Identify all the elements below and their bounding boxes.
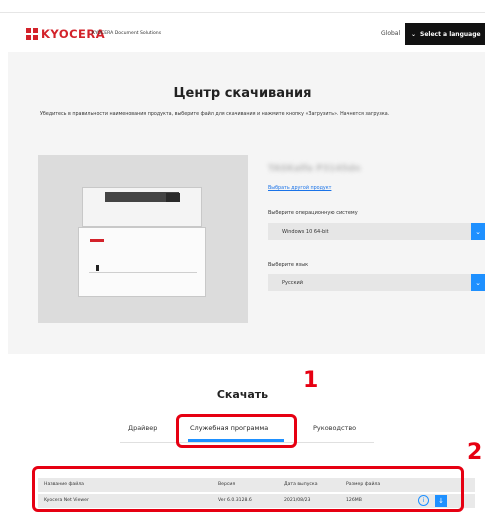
language-select-value: Русский	[282, 279, 303, 286]
download-title: Скачать	[216, 388, 269, 401]
callout-highlight-1	[176, 414, 297, 448]
os-select[interactable]: Windows 10 64-bit ⌄	[268, 223, 485, 240]
language-label: Выберите язык	[268, 262, 309, 268]
language-select[interactable]: Русский ⌄	[268, 274, 485, 291]
page-title: Центр скачивания	[173, 86, 312, 101]
printer-screen	[166, 193, 180, 202]
tab-manual[interactable]: Руководство	[313, 424, 356, 432]
select-language-label: Select a language	[420, 30, 481, 38]
os-label: Выберите операционную систему	[268, 210, 358, 216]
os-select-value: Windows 10 64-bit	[282, 228, 329, 235]
printer-body	[78, 227, 206, 297]
product-image	[38, 155, 248, 323]
chevron-down-icon: ⌄	[411, 30, 417, 38]
site-header: KYOCERA KYOCERA Document Solutions Globa…	[0, 12, 485, 52]
kyocera-mark-icon	[26, 28, 38, 40]
callout-highlight-2	[32, 466, 464, 512]
model-name: TASKalfa P3145dn	[268, 164, 361, 174]
chevron-down-icon: ⌄	[471, 274, 485, 291]
printer-logo	[90, 239, 104, 242]
printer-button	[96, 265, 99, 271]
select-language-button[interactable]: ⌄ Select a language	[405, 23, 485, 45]
intro-text: Убедитесь в правильности наименования пр…	[40, 112, 390, 117]
callout-number-1: 1	[303, 368, 319, 393]
brand-subtitle: KYOCERA Document Solutions	[92, 31, 162, 36]
chevron-down-icon: ⌄	[471, 223, 485, 240]
choose-other-product-link[interactable]: Выбрать другой продукт	[268, 186, 331, 191]
printer-top	[82, 187, 202, 227]
tab-driver[interactable]: Драйвер	[128, 424, 157, 432]
global-link[interactable]: Global	[381, 30, 400, 37]
callout-number-2: 2	[467, 440, 483, 465]
